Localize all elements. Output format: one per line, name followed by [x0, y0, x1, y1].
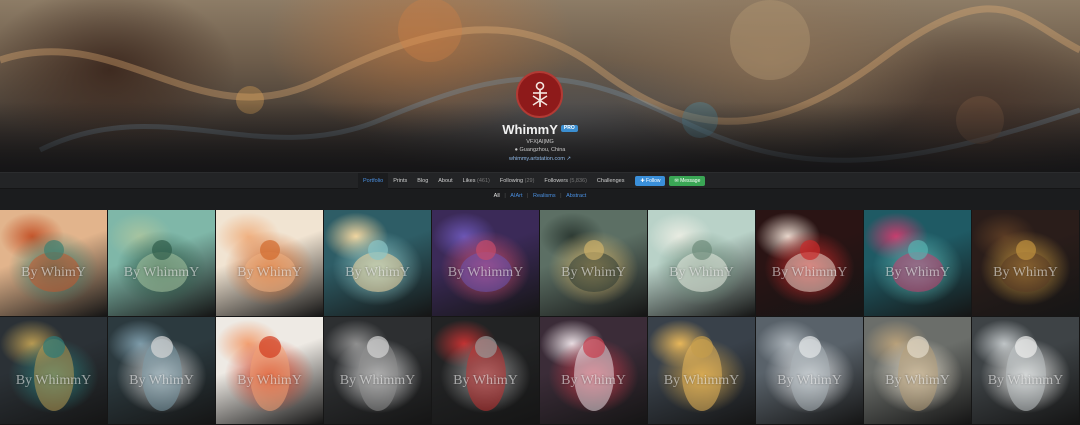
filter-all[interactable]: All: [492, 193, 502, 199]
nav-item-prints[interactable]: Prints: [388, 173, 412, 189]
artwork-thumbnail[interactable]: By WhimY: [324, 210, 432, 317]
nav-item-label: Portfolio: [363, 178, 384, 184]
filter-separator: |: [504, 193, 506, 199]
artwork-thumbnail[interactable]: By WhimY: [0, 210, 108, 317]
nav-item-blog[interactable]: Blog: [412, 173, 433, 189]
artwork-image: [682, 336, 722, 411]
artwork-image: [34, 336, 74, 411]
profile-nav-bar: Portfolio Prints Blog About Likes (461) …: [0, 172, 1080, 189]
artwork-image: [790, 336, 830, 411]
artwork-image: [244, 240, 296, 292]
artwork-image: [460, 240, 512, 292]
artwork-thumbnail[interactable]: By WhimmY: [972, 317, 1080, 425]
filter-abstract[interactable]: Abstract: [564, 193, 588, 199]
nav-item-label: Following: [499, 178, 524, 184]
artwork-image: [28, 240, 80, 292]
artwork-image: [784, 240, 836, 292]
artwork-image: [136, 240, 188, 292]
nav-item-label: Blog: [417, 178, 429, 184]
artwork-thumbnail[interactable]: By WhimY: [216, 317, 324, 425]
artwork-thumbnail[interactable]: By WhimY: [864, 210, 972, 317]
pro-badge: PRO: [560, 125, 578, 132]
artwork-thumbnail[interactable]: By WhimmY: [324, 317, 432, 425]
filter-separator: |: [527, 193, 529, 199]
nav-item-count: (461): [477, 178, 490, 184]
artwork-image: [676, 240, 728, 292]
filter-realisms[interactable]: Realisms: [531, 193, 558, 199]
external-link-icon: ↗: [566, 156, 571, 162]
avatar[interactable]: [516, 71, 563, 118]
artwork-image: [466, 336, 506, 411]
profile-name: WhimmY: [502, 122, 558, 137]
message-button[interactable]: ✉ Message: [669, 176, 706, 186]
artwork-thumbnail[interactable]: By WhimY: [864, 317, 972, 425]
profile-nav: Portfolio Prints Blog About Likes (461) …: [358, 173, 706, 189]
nav-item-about[interactable]: About: [433, 173, 457, 189]
profile-website-link[interactable]: whimmy.artstation.com: [509, 156, 565, 162]
nav-item-label: Challenges: [596, 178, 625, 184]
artwork-image: [568, 240, 620, 292]
profile-location: Guangzhou, China: [519, 147, 566, 153]
nav-item-likes[interactable]: Likes (461): [458, 173, 495, 189]
artwork-image: [1000, 240, 1052, 292]
nav-item-followers[interactable]: Followers (5,836): [539, 173, 592, 189]
profile-location-row: ● Guangzhou, China: [0, 147, 1080, 153]
artwork-image: [142, 336, 182, 411]
artwork-thumbnail[interactable]: By WhimmY: [648, 317, 756, 425]
portfolio-filters: All | AIArt | Realisms | Abstract: [0, 193, 1080, 199]
artwork-thumbnail[interactable]: By WhimY: [540, 317, 648, 425]
profile-website-row: whimmy.artstation.com ↗: [0, 156, 1080, 162]
nav-item-label: Followers: [544, 178, 568, 184]
artwork-thumbnail[interactable]: By WhimY: [756, 317, 864, 425]
artwork-image: [892, 240, 944, 292]
nav-item-count: (29): [524, 178, 535, 184]
filter-separator: |: [560, 193, 562, 199]
nav-item-count: (5,836): [569, 178, 587, 184]
artwork-image: [574, 336, 614, 411]
artwork-thumbnail[interactable]: By WhimY: [216, 210, 324, 317]
artwork-thumbnail[interactable]: By WhimY: [648, 210, 756, 317]
nav-item-label: Prints: [393, 178, 408, 184]
follow-button[interactable]: ✚ Follow: [635, 176, 666, 186]
artwork-image: [352, 240, 404, 292]
artwork-image: [898, 336, 938, 411]
location-pin-icon: ●: [514, 147, 518, 153]
portfolio-grid: By WhimY By WhimmY By WhimY By WhimY By Whim…: [0, 210, 1080, 425]
artwork-thumbnail[interactable]: By WhimY: [972, 210, 1080, 317]
nav-item-challenges[interactable]: Challenges: [592, 173, 630, 189]
nav-item-label: About: [438, 178, 453, 184]
nav-item-label: Likes: [462, 178, 476, 184]
rune-logo-icon: [532, 81, 547, 107]
artwork-image: [250, 336, 290, 411]
profile-role: VFX|AI|MG: [526, 139, 554, 145]
artwork-thumbnail[interactable]: By WhimY: [432, 317, 540, 425]
artwork-image: [358, 336, 398, 411]
artwork-image: [1006, 336, 1046, 411]
nav-item-portfolio[interactable]: Portfolio: [358, 173, 389, 189]
artwork-thumbnail[interactable]: By WhimY: [108, 317, 216, 425]
filter-aiart[interactable]: AIArt: [508, 193, 524, 199]
nav-item-following[interactable]: Following (29): [495, 173, 540, 189]
artwork-thumbnail[interactable]: By WhimmY: [432, 210, 540, 317]
profile-name-row: WhimmY PRO: [0, 122, 1080, 137]
artwork-thumbnail[interactable]: By WhimmY: [108, 210, 216, 317]
artwork-thumbnail[interactable]: By WhimmY: [756, 210, 864, 317]
artwork-thumbnail[interactable]: By WhimmY: [0, 317, 108, 425]
artwork-thumbnail[interactable]: By WhimY: [540, 210, 648, 317]
